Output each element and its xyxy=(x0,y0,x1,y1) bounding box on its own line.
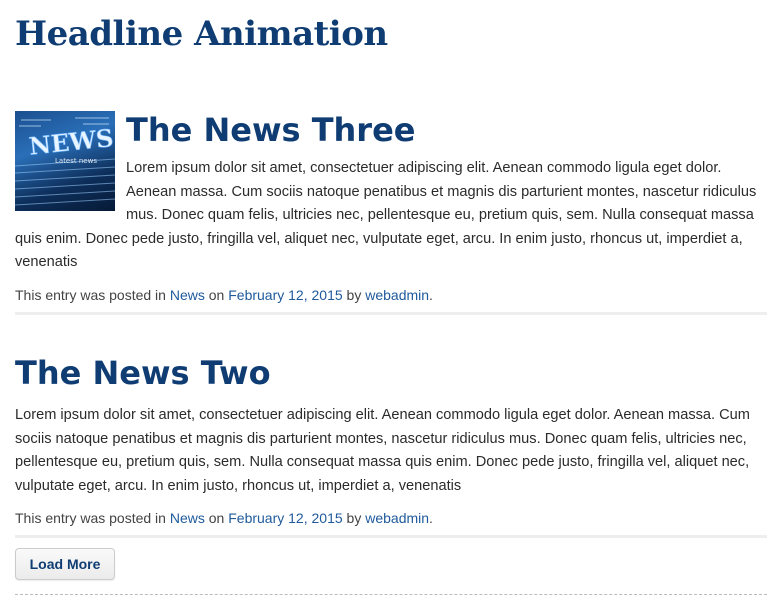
post-divider xyxy=(15,535,767,538)
load-more-button[interactable]: Load More xyxy=(15,548,115,580)
post-divider xyxy=(15,312,767,315)
category-link[interactable]: News xyxy=(170,510,205,526)
dashed-separator xyxy=(15,594,767,595)
meta-suffix: . xyxy=(429,286,433,303)
author-link[interactable]: webadmin xyxy=(365,287,429,303)
post-title[interactable]: The News Two xyxy=(15,354,767,394)
meta-by: by xyxy=(346,510,362,526)
svg-text:NEWS: NEWS xyxy=(28,123,115,161)
meta-on: on xyxy=(208,286,225,303)
news-thumbnail-image[interactable]: NEWS Latest news xyxy=(15,111,115,211)
meta-suffix: . xyxy=(429,510,433,526)
meta-prefix: This entry was posted in xyxy=(15,510,166,526)
meta-on: on xyxy=(208,510,225,526)
date-link[interactable]: February 12, 2015 xyxy=(228,287,342,303)
post-article: NEWS Latest news The News Three Lorem ip… xyxy=(15,111,767,305)
post-article: The News Two Lorem ipsum dolor sit amet,… xyxy=(15,354,767,528)
meta-prefix: This entry was posted in xyxy=(15,286,166,303)
post-excerpt: Lorem ipsum dolor sit amet, consectetuer… xyxy=(15,160,757,270)
category-link[interactable]: News xyxy=(170,287,205,303)
meta-by: by xyxy=(346,286,362,303)
svg-text:Latest news: Latest news xyxy=(55,157,97,165)
page-title: Headline Animation xyxy=(15,14,388,54)
post-meta: This entry was posted in News on Februar… xyxy=(15,275,767,305)
newspaper-graphic: NEWS Latest news xyxy=(15,117,115,206)
post-excerpt: Lorem ipsum dolor sit amet, consectetuer… xyxy=(15,407,750,494)
author-link[interactable]: webadmin xyxy=(365,510,429,526)
post-meta: This entry was posted in News on Februar… xyxy=(15,498,767,528)
post-title[interactable]: The News Three xyxy=(15,111,767,155)
date-link[interactable]: February 12, 2015 xyxy=(228,510,342,526)
